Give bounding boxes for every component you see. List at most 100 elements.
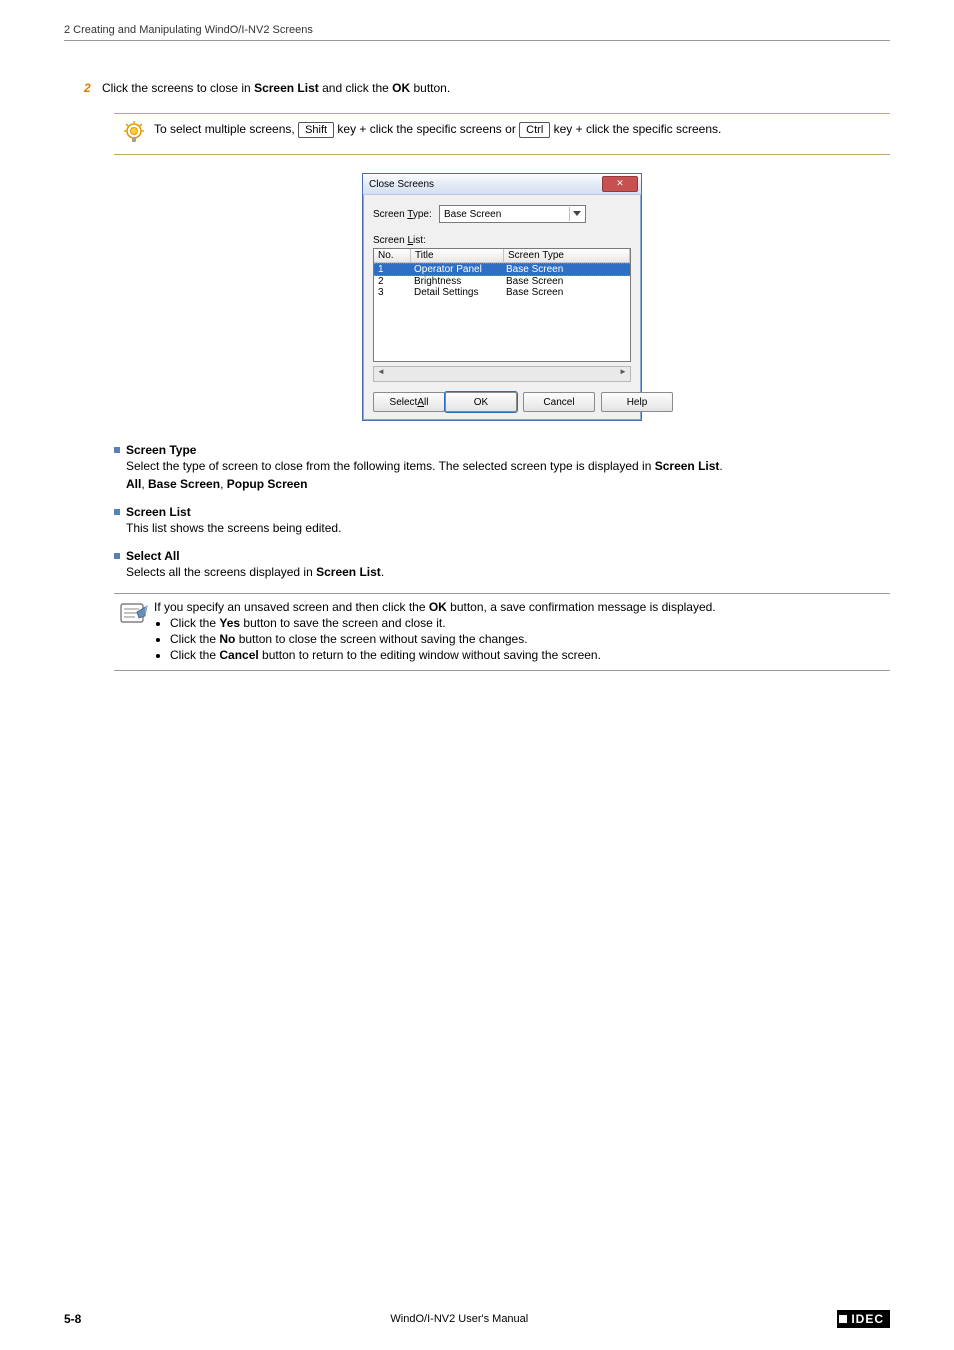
chevron-right-icon[interactable]: ► xyxy=(616,367,630,379)
t: Click the xyxy=(170,632,219,646)
t: No xyxy=(219,632,235,646)
ok-button[interactable]: OK xyxy=(445,392,517,412)
t: Select xyxy=(390,397,418,408)
t: Select All xyxy=(126,549,180,563)
t: Base Screen xyxy=(148,477,220,491)
list-item: Click the No button to close the screen … xyxy=(170,632,890,646)
list-item[interactable]: 3 Detail Settings Base Screen xyxy=(374,287,630,298)
page-number: 5-8 xyxy=(64,1312,81,1326)
t: . xyxy=(719,459,722,473)
cell: Detail Settings xyxy=(410,287,502,298)
logo-square-icon xyxy=(839,1315,847,1323)
t: Screen List xyxy=(655,459,720,473)
tip-callout: To select multiple screens, Shift key + … xyxy=(114,113,890,155)
shift-key: Shift xyxy=(298,122,334,138)
cancel-button[interactable]: Cancel xyxy=(523,392,595,412)
lightbulb-icon xyxy=(114,120,154,148)
close-icon[interactable]: ✕ xyxy=(602,176,638,192)
t: Select the type of screen to close from … xyxy=(126,459,655,473)
t: Selects all the screens displayed in xyxy=(126,565,316,579)
chevron-left-icon[interactable]: ◄ xyxy=(374,367,388,379)
list-header: No. Title Screen Type xyxy=(374,249,630,263)
step-instruction: Click the screens to close in Screen Lis… xyxy=(102,81,890,95)
t: . xyxy=(381,565,384,579)
t: ll xyxy=(424,397,428,408)
t: Cancel xyxy=(219,648,258,662)
list-item: Click the Yes button to save the screen … xyxy=(170,616,890,630)
t: button, a save confirmation message is d… xyxy=(447,600,716,614)
t: Popup Screen xyxy=(227,477,308,491)
list-item[interactable]: 1 Operator Panel Base Screen xyxy=(374,263,630,276)
t: Screen List xyxy=(254,81,319,95)
cell: 3 xyxy=(374,287,410,298)
ctrl-key: Ctrl xyxy=(519,122,550,138)
t: A xyxy=(417,397,424,408)
t: OK xyxy=(392,81,410,95)
col-no[interactable]: No. xyxy=(374,249,411,262)
t: button to close the screen without savin… xyxy=(235,632,527,646)
t: button. xyxy=(410,81,450,95)
cell: 1 xyxy=(374,264,410,275)
t: If you specify an unsaved screen and the… xyxy=(154,600,429,614)
t: , xyxy=(141,477,148,491)
idec-logo: IDEC xyxy=(837,1310,890,1328)
section-heading: Screen Type xyxy=(114,443,890,457)
footer-title: WindO/I-NV2 User's Manual xyxy=(390,1313,528,1325)
t: Click the xyxy=(170,648,219,662)
section-body: Selects all the screens displayed in Scr… xyxy=(126,565,890,579)
cell: Base Screen xyxy=(502,264,630,275)
t: and click the xyxy=(319,81,392,95)
t: key + click the specific screens. xyxy=(550,122,721,136)
t: Click the screens to close in xyxy=(102,81,254,95)
t: OK xyxy=(429,600,447,614)
screen-type-label: Screen Type: xyxy=(373,209,439,220)
dialog-titlebar: Close Screens ✕ xyxy=(363,174,641,195)
section-heading: Select All xyxy=(114,549,890,563)
t: Screen Type xyxy=(126,443,196,457)
col-title[interactable]: Title xyxy=(411,249,504,262)
page-header: 2 Creating and Manipulating WindO/I-NV2 … xyxy=(64,24,890,41)
list-item[interactable]: 2 Brightness Base Screen xyxy=(374,276,630,287)
t: key + click the specific screens or xyxy=(334,122,519,136)
bullet-icon xyxy=(114,553,120,559)
t: ist: xyxy=(413,235,426,246)
cell: Base Screen xyxy=(502,287,630,298)
section-heading: Screen List xyxy=(114,505,890,519)
logo-text: IDEC xyxy=(851,1312,884,1326)
chevron-down-icon[interactable] xyxy=(569,207,584,221)
screen-list[interactable]: No. Title Screen Type 1 Operator Panel B… xyxy=(373,248,631,362)
cell: Brightness xyxy=(410,276,502,287)
t: Yes xyxy=(219,616,240,630)
horizontal-scrollbar[interactable]: ◄ ► xyxy=(373,366,631,382)
t: Screen xyxy=(373,209,407,220)
bullet-icon xyxy=(114,447,120,453)
screen-type-select[interactable]: Base Screen xyxy=(439,205,586,223)
cell: Operator Panel xyxy=(410,264,502,275)
t: Screen xyxy=(373,235,407,246)
help-button[interactable]: Help xyxy=(601,392,673,412)
t: Click the xyxy=(170,616,219,630)
select-all-button[interactable]: Select All xyxy=(373,392,445,412)
list-item: Click the Cancel button to return to the… xyxy=(170,648,890,662)
section-body: This list shows the screens being edited… xyxy=(126,521,890,535)
t: Screen List xyxy=(126,505,191,519)
cell: Base Screen xyxy=(502,276,630,287)
t: To select multiple screens, xyxy=(154,122,298,136)
note-callout: If you specify an unsaved screen and the… xyxy=(114,593,890,671)
t: button to save the screen and close it. xyxy=(240,616,445,630)
t: , xyxy=(220,477,227,491)
col-type[interactable]: Screen Type xyxy=(504,249,630,262)
note-icon xyxy=(119,617,149,631)
t: All xyxy=(126,477,141,491)
dialog-title: Close Screens xyxy=(369,179,434,190)
close-screens-dialog: Close Screens ✕ Screen Type: Base Screen… xyxy=(362,173,642,421)
bullet-icon xyxy=(114,509,120,515)
t: Screen List xyxy=(316,565,381,579)
screen-list-label: Screen List: xyxy=(373,235,631,246)
step-number: 2 xyxy=(84,81,102,95)
t: button to return to the editing window w… xyxy=(259,648,601,662)
t: ype: xyxy=(413,209,432,220)
select-value: Base Screen xyxy=(444,209,501,220)
section-body: Select the type of screen to close from … xyxy=(126,459,890,491)
cell: 2 xyxy=(374,276,410,287)
